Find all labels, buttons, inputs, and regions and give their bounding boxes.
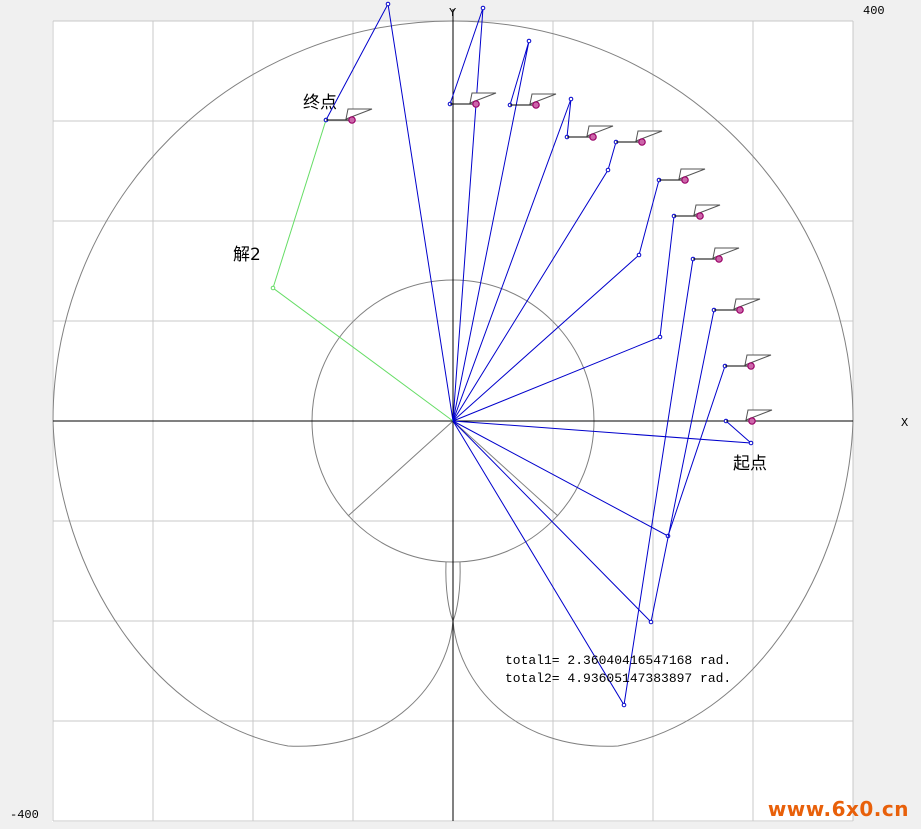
total2-text: total2= 4.93605147383897 rad. xyxy=(505,671,732,686)
tool-center-marker xyxy=(472,100,480,108)
arm2-joint xyxy=(270,285,276,291)
arm1-joint xyxy=(648,619,654,625)
x-axis-label: X xyxy=(901,416,908,430)
arm1-joint xyxy=(605,167,611,173)
arm1-joint xyxy=(568,96,574,102)
tool-center-marker xyxy=(589,133,597,141)
axis-max-label: 400 xyxy=(863,4,885,18)
arm1-joint xyxy=(480,5,486,11)
watermark: www.6x0.cn xyxy=(767,797,909,821)
total1-text: total1= 2.36040416547168 rad. xyxy=(505,653,732,668)
solution2-label: 解2 xyxy=(233,245,261,265)
arm1-joint xyxy=(636,252,642,258)
tool-center-marker xyxy=(747,362,755,370)
tool-center-marker xyxy=(696,212,704,220)
start-point-label: 起点 xyxy=(733,454,767,474)
tool-center-marker xyxy=(736,306,744,314)
tool-center-marker xyxy=(348,116,356,124)
arm1-joint xyxy=(657,334,663,340)
arm1-joint xyxy=(748,440,754,446)
end-point-label: 终点 xyxy=(303,93,337,113)
axis-min-label: -400 xyxy=(10,808,39,822)
results-panel: total1= 2.36040416547168 rad. total2= 4.… xyxy=(505,653,731,686)
arm1-joint xyxy=(621,702,627,708)
tool-center-marker xyxy=(681,176,689,184)
tool-center-marker xyxy=(715,255,723,263)
tool-center-marker xyxy=(748,417,756,425)
tool-center-marker xyxy=(638,138,646,146)
workspace-plot: Y X xyxy=(52,1,908,822)
tool-center-marker xyxy=(532,101,540,109)
y-axis-label: Y xyxy=(449,6,456,20)
arm1-joint xyxy=(526,38,532,44)
arm1-joint xyxy=(385,1,391,7)
